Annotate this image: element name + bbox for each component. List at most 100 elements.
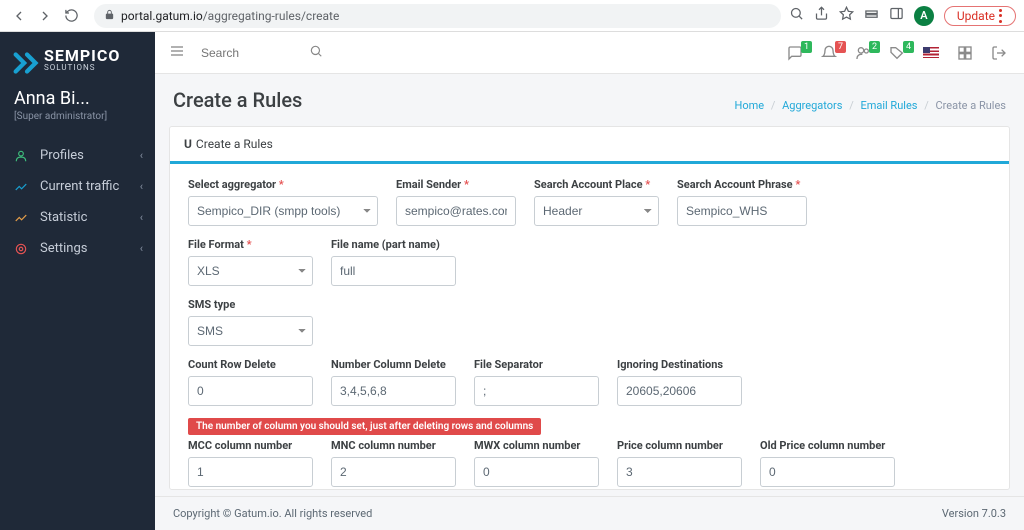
search-account-place-label: Search Account Place *	[534, 178, 659, 191]
select-aggregator-field[interactable]: Sempico_DIR (smpp tools)	[188, 196, 378, 226]
sidebar-user-role: [Super administrator]	[14, 111, 141, 122]
flag-icon[interactable]	[920, 47, 942, 58]
file-separator-field[interactable]	[474, 376, 599, 406]
bell-badge: 7	[835, 41, 846, 53]
brand-mark-icon	[10, 46, 38, 74]
email-sender-field[interactable]	[396, 196, 516, 226]
sms-type-label: SMS type	[188, 298, 313, 311]
sidebar-item-label: Profiles	[40, 148, 84, 163]
sidebar-item-label: Current traffic	[40, 179, 119, 194]
sidebar-item-profiles[interactable]: Profiles ‹	[0, 140, 155, 171]
sms-type-field[interactable]: SMS	[188, 316, 313, 346]
mcc-label: MCC column number	[188, 439, 313, 452]
reload-button[interactable]	[60, 5, 82, 27]
sidebar-item-settings[interactable]: Settings ‹	[0, 233, 155, 264]
grid-icon[interactable]	[954, 45, 976, 61]
users-badge: 2	[869, 41, 880, 53]
share-icon[interactable]	[814, 6, 829, 25]
back-button[interactable]	[8, 5, 30, 27]
address-bar[interactable]: portal.gatum.io/aggregating-rules/create	[94, 4, 781, 28]
ignoring-destinations-field[interactable]	[617, 376, 742, 406]
sidebar-item-label: Settings	[40, 241, 87, 256]
breadcrumb-aggregators[interactable]: Aggregators	[782, 99, 842, 112]
chat-badge: 1	[801, 41, 812, 53]
breadcrumb-current: Create a Rules	[935, 99, 1006, 112]
breadcrumb-home[interactable]: Home	[735, 99, 765, 112]
users-icon[interactable]: 2	[852, 45, 874, 61]
file-format-field[interactable]: XLS	[188, 256, 313, 286]
topbar: 1 7 2 4	[155, 32, 1024, 74]
card-title: Create a Rules	[196, 137, 273, 151]
email-sender-label: Email Sender *	[396, 178, 516, 191]
brand-name: SEMPICO	[44, 48, 120, 64]
brand-subtitle: SOLUTIONS	[44, 64, 120, 72]
sidebar: SEMPICO SOLUTIONS Anna Bi... [Super admi…	[0, 32, 155, 530]
mnc-label: MNC column number	[331, 439, 456, 452]
tag-icon[interactable]: 4	[886, 45, 908, 61]
search-account-phrase-field[interactable]	[677, 196, 807, 226]
profile-avatar[interactable]: A	[914, 6, 934, 26]
hint-banner: The number of column you should set, jus…	[188, 418, 541, 435]
sidebar-item-label: Statistic	[40, 210, 87, 225]
browser-chrome: portal.gatum.io/aggregating-rules/create…	[0, 0, 1024, 32]
chat-icon[interactable]: 1	[784, 45, 806, 61]
panel-icon[interactable]	[889, 6, 904, 25]
sidebar-user-name: Anna Bi...	[14, 88, 141, 109]
menu-dots-icon	[999, 9, 1003, 23]
number-column-delete-field[interactable]	[331, 376, 456, 406]
url-host: portal.gatum.io	[121, 9, 203, 23]
forward-button[interactable]	[34, 5, 56, 27]
url-path: /aggregating-rules/create	[203, 9, 340, 23]
statistic-icon	[14, 211, 32, 225]
search-account-place-field[interactable]: Header	[534, 196, 659, 226]
chevron-left-icon: ‹	[140, 180, 143, 193]
star-icon[interactable]	[839, 6, 854, 25]
bell-icon[interactable]: 7	[818, 45, 840, 61]
update-button[interactable]: Update	[944, 6, 1016, 26]
form-card: U Create a Rules Select aggregator * Sem…	[169, 126, 1010, 490]
file-name-field[interactable]	[331, 256, 456, 286]
hamburger-icon[interactable]	[169, 43, 185, 63]
price-field[interactable]	[617, 457, 742, 487]
chevron-left-icon: ‹	[140, 242, 143, 255]
search-account-phrase-label: Search Account Phrase *	[677, 178, 807, 191]
old-price-field[interactable]	[760, 457, 895, 487]
profiles-icon	[14, 149, 32, 163]
count-row-delete-label: Count Row Delete	[188, 358, 313, 371]
lock-icon	[104, 9, 115, 23]
select-aggregator-label: Select aggregator *	[188, 178, 378, 191]
settings-icon	[14, 242, 32, 256]
main-content: 1 7 2 4 Create a Rules Home /	[155, 32, 1024, 530]
ignoring-destinations-label: Ignoring Destinations	[617, 358, 742, 371]
price-label: Price column number	[617, 439, 742, 452]
count-row-delete-field[interactable]	[188, 376, 313, 406]
extensions-icon[interactable]	[864, 6, 879, 25]
file-separator-label: File Separator	[474, 358, 599, 371]
chevron-left-icon: ‹	[140, 211, 143, 224]
breadcrumb-email-rules[interactable]: Email Rules	[860, 99, 917, 112]
mnc-field[interactable]	[331, 457, 456, 487]
logout-icon[interactable]	[988, 45, 1010, 61]
search-icon[interactable]	[309, 44, 323, 62]
sidebar-user: Anna Bi... [Super administrator]	[0, 80, 155, 126]
sidebar-item-current-traffic[interactable]: Current traffic ‹	[0, 171, 155, 202]
file-name-label: File name (part name)	[331, 238, 456, 251]
zoom-icon[interactable]	[789, 6, 804, 25]
file-format-label: File Format *	[188, 238, 313, 251]
card-icon: U	[184, 137, 192, 151]
mcc-field[interactable]	[188, 457, 313, 487]
brand-logo: SEMPICO SOLUTIONS	[0, 32, 155, 80]
sidebar-item-statistic[interactable]: Statistic ‹	[0, 202, 155, 233]
number-column-delete-label: Number Column Delete	[331, 358, 456, 371]
version: Version 7.0.3	[942, 507, 1006, 520]
chevron-left-icon: ‹	[140, 149, 143, 162]
mwx-label: MWX column number	[474, 439, 599, 452]
breadcrumb: Home / Aggregators / Email Rules / Creat…	[735, 99, 1007, 112]
topbar-search-input[interactable]	[197, 42, 327, 64]
page-title: Create a Rules	[173, 88, 302, 112]
traffic-icon	[14, 180, 32, 194]
copyright: Copyright © Gatum.io. All rights reserve…	[173, 507, 372, 520]
old-price-label: Old Price column number	[760, 439, 895, 452]
mwx-field[interactable]	[474, 457, 599, 487]
footer: Copyright © Gatum.io. All rights reserve…	[155, 496, 1024, 530]
